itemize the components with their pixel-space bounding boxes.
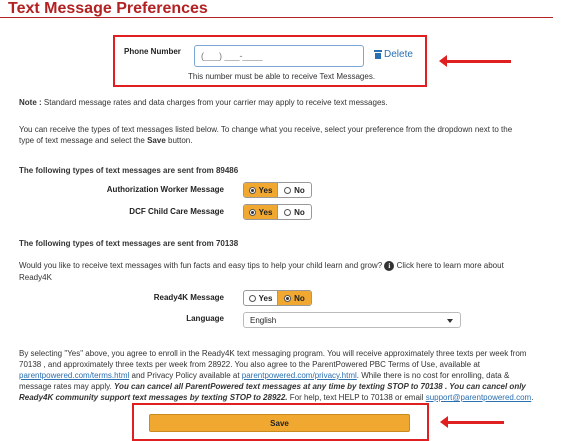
dcf-child-care-yes[interactable]: Yes xyxy=(244,205,277,219)
learn-more-link[interactable]: Click here to learn more about xyxy=(397,261,504,270)
language-label: Language xyxy=(186,314,224,323)
authorization-worker-toggle: Yes No xyxy=(243,182,312,198)
section-70138-heading: The following types of text messages are… xyxy=(19,239,239,248)
ready4k-question: Would you like to receive text messages … xyxy=(19,261,504,271)
terms-link[interactable]: parentpowered.com/terms.html xyxy=(19,371,129,380)
radio-icon xyxy=(248,186,256,194)
arrow-annotation-icon xyxy=(440,416,504,428)
dcf-child-care-toggle: Yes No xyxy=(243,204,312,220)
info-icon[interactable]: i xyxy=(384,261,395,271)
note-text: Note : Standard message rates and data c… xyxy=(19,98,388,107)
terms-line-4: message rates may apply. You can cancel … xyxy=(19,382,526,391)
radio-icon xyxy=(284,208,292,216)
phone-number-label: Phone Number xyxy=(124,47,181,56)
save-button[interactable]: Save xyxy=(149,414,410,432)
chevron-down-icon xyxy=(447,319,453,323)
radio-icon xyxy=(248,208,256,216)
intro-line-2: type of text message and select the Save… xyxy=(19,136,193,145)
dcf-child-care-no[interactable]: No xyxy=(277,205,311,219)
authorization-worker-yes[interactable]: Yes xyxy=(244,183,277,197)
delete-label: Delete xyxy=(384,49,413,60)
authorization-worker-label: Authorization Worker Message xyxy=(106,185,224,194)
terms-line-5: Ready4K community support text messages … xyxy=(19,393,534,402)
phone-number-input[interactable] xyxy=(194,45,364,67)
arrow-annotation-icon xyxy=(439,55,511,67)
support-email-link[interactable]: support@parentpowered.com xyxy=(426,393,532,402)
phone-help-text: This number must be able to receive Text… xyxy=(188,72,376,81)
radio-icon xyxy=(248,294,256,302)
radio-icon xyxy=(284,294,292,302)
authorization-worker-no[interactable]: No xyxy=(277,183,311,197)
terms-line-1: By selecting "Yes" above, you agree to e… xyxy=(19,349,527,358)
privacy-link[interactable]: parentpowered.com/privacy.html xyxy=(242,371,357,380)
trash-icon xyxy=(374,50,382,59)
terms-line-2: 70138 , and approximately three texts pe… xyxy=(19,360,481,369)
section-89486-heading: The following types of text messages are… xyxy=(19,166,239,175)
ready4k-message-label: Ready4K Message xyxy=(153,293,224,302)
intro-line-1: You can receive the types of text messag… xyxy=(19,125,513,134)
dcf-child-care-label: DCF Child Care Message xyxy=(129,207,224,216)
delete-button[interactable]: Delete xyxy=(374,49,413,60)
ready4k-no[interactable]: No xyxy=(277,291,311,305)
title-divider xyxy=(0,17,553,18)
language-select[interactable]: English xyxy=(243,312,461,328)
radio-icon xyxy=(284,186,292,194)
learn-more-link-cont[interactable]: Ready4K xyxy=(19,272,52,283)
ready4k-yes[interactable]: Yes xyxy=(244,291,277,305)
page-title: Text Message Preferences xyxy=(8,0,208,17)
ready4k-toggle: Yes No xyxy=(243,290,312,306)
language-value: English xyxy=(250,315,277,325)
terms-line-3: parentpowered.com/terms.html and Privacy… xyxy=(19,371,510,380)
